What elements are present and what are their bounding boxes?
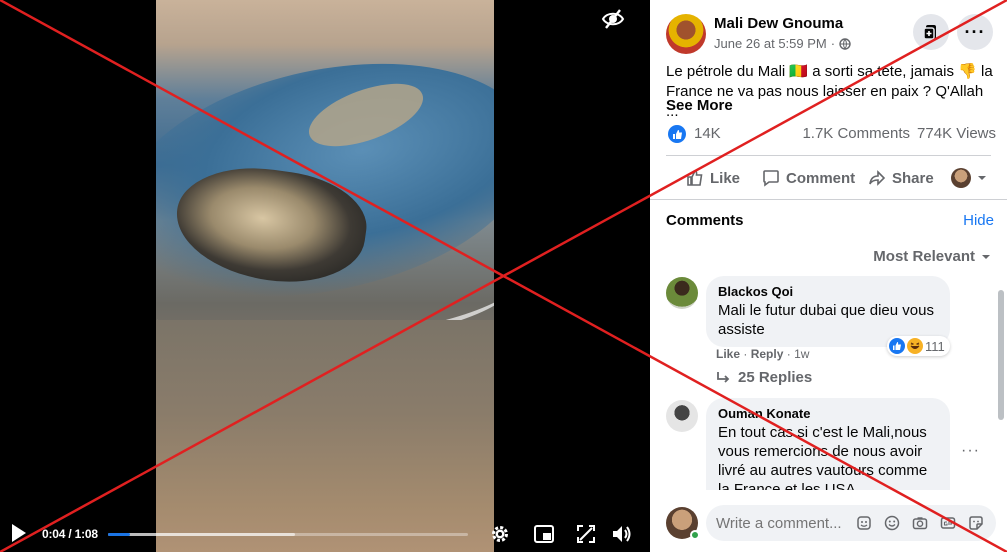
caret-down-icon (978, 176, 986, 180)
comment-age[interactable]: 1w (794, 347, 809, 361)
comment-like-link[interactable]: Like (716, 347, 740, 361)
comment-more-options[interactable]: ··· (961, 442, 980, 460)
commenter-avatar[interactable] (666, 400, 698, 432)
divider (650, 199, 1007, 200)
like-reaction-icon[interactable] (668, 125, 686, 143)
like-label: Like (710, 169, 741, 187)
thumbs-up-icon (687, 170, 703, 186)
gif-icon[interactable] (938, 513, 958, 533)
comments-scrollbar[interactable] (996, 280, 1006, 480)
views-count: 774K Views (917, 125, 996, 142)
like-reaction-icon (889, 338, 905, 354)
save-post-button[interactable] (913, 14, 949, 50)
gear-icon[interactable] (489, 523, 511, 545)
picture-in-picture-icon[interactable] (533, 523, 555, 545)
comment-text: Mali le futur dubai que dieu vous assist… (718, 302, 934, 338)
emoji-icon[interactable] (882, 513, 902, 533)
comment-icon (763, 170, 779, 187)
camera-icon[interactable] (910, 513, 930, 533)
caret-down-icon (982, 254, 990, 259)
bookmark-plus-icon (923, 25, 936, 40)
commenter-avatar[interactable] (666, 277, 698, 309)
fullscreen-icon[interactable] (575, 523, 597, 545)
post-stats: 14K 1.7K Comments 774K Views (666, 124, 996, 144)
video-progress-fill (108, 533, 130, 536)
like-count[interactable]: 14K (694, 125, 721, 142)
divider (666, 155, 991, 156)
sticker-icon[interactable] (966, 513, 986, 533)
separator-dot: · (830, 36, 836, 51)
comment-label: Comment (786, 169, 856, 187)
video-progress-bar[interactable] (108, 533, 468, 536)
post-panel: Mali Dew Gnouma June 26 at 5:59 PM · ···… (650, 0, 1007, 552)
volume-icon[interactable] (611, 523, 633, 545)
hide-comments-link[interactable]: Hide (963, 212, 994, 229)
view-replies-link[interactable]: 25 Replies (716, 369, 812, 386)
commenter-name[interactable]: Ouman Konate (718, 406, 938, 421)
comment-actions: Like · Reply · 1w (716, 347, 809, 361)
share-button[interactable]: Share (868, 165, 934, 191)
avatar-sticker-icon[interactable] (854, 513, 874, 533)
play-icon[interactable] (10, 523, 28, 543)
author-avatar[interactable] (666, 14, 706, 54)
share-icon (869, 170, 886, 186)
comment-bubble: Ouman Konate En tout cas si c'est le Mal… (706, 398, 950, 490)
post-actions: Like Comment Share (666, 165, 996, 191)
profile-avatar (951, 168, 971, 188)
reply-arrow-icon (717, 371, 730, 383)
post-date[interactable]: June 26 at 5:59 PM (714, 36, 827, 51)
scrollbar-thumb[interactable] (998, 290, 1004, 420)
comment-button[interactable]: Comment (762, 165, 855, 191)
like-button[interactable]: Like (686, 165, 740, 191)
composer-icons (854, 513, 986, 533)
comments-heading: Comments (666, 212, 744, 229)
comment-composer (650, 500, 1007, 552)
video-frame[interactable] (156, 0, 494, 552)
post-author[interactable]: Mali Dew Gnouma (714, 15, 843, 32)
reaction-profile-selector[interactable] (951, 165, 987, 191)
replies-count: 25 Replies (738, 369, 813, 386)
more-options-button[interactable]: ··· (957, 14, 993, 50)
comment-reply-link[interactable]: Reply (751, 347, 784, 361)
sort-label: Most Relevant (873, 248, 975, 265)
share-label: Share (892, 169, 934, 187)
separator-dot: · (743, 347, 751, 361)
video-time: 0:04 / 1:08 (42, 527, 98, 541)
globe-icon (839, 37, 851, 50)
see-more-link[interactable]: See More (666, 97, 733, 114)
comments-count[interactable]: 1.7K Comments (802, 125, 910, 142)
eye-slash-icon[interactable] (600, 6, 626, 32)
video-buffer-fill (108, 533, 296, 536)
comment-sort-dropdown[interactable]: Most Relevant (873, 248, 991, 265)
separator-dot: · (786, 347, 795, 361)
reaction-count: 111 (925, 338, 945, 354)
comment-reactions[interactable]: 111 (887, 336, 950, 356)
video-controls: 0:04 / 1:08 (0, 515, 650, 552)
more-dots-icon: ··· (964, 22, 986, 42)
video-player[interactable]: 0:04 / 1:08 (0, 0, 650, 552)
haha-reaction-icon (907, 338, 923, 354)
comment-text: En tout cas si c'est le Mali,nous vous r… (718, 424, 928, 490)
commenter-name[interactable]: Blackos Qoi (718, 284, 938, 299)
online-status-dot (690, 530, 700, 540)
post-meta: June 26 at 5:59 PM · (714, 36, 851, 51)
